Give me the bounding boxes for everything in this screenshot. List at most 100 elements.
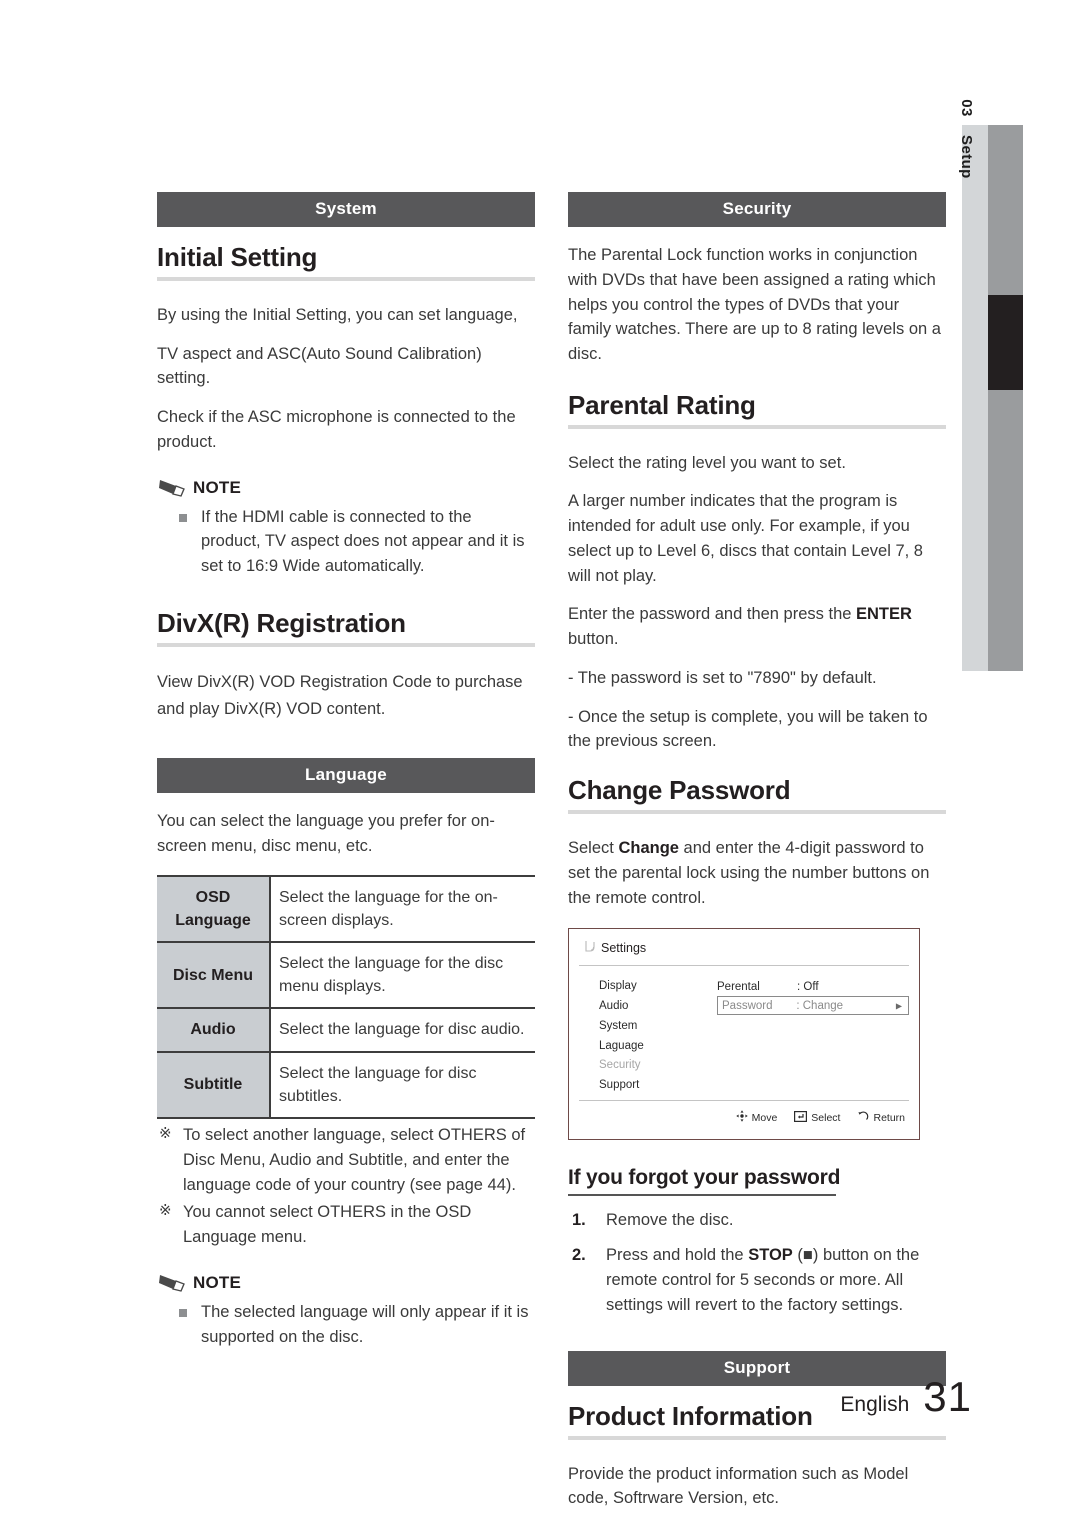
manual-page: 03 Setup System Initial Setting By using… <box>0 0 1080 1507</box>
heading-rule <box>568 1194 836 1197</box>
step-item: 1. Remove the disc. <box>568 1208 946 1233</box>
osd-menu-item-support[interactable]: Support <box>599 1076 644 1096</box>
osd-menu-list: Display Audio System Laguage Security Su… <box>599 977 644 1096</box>
osd-menu-item-display[interactable]: Display <box>599 977 644 997</box>
product-information-paragraph: Provide the product information such as … <box>568 1464 909 1508</box>
chapter-progress-marker <box>988 295 1023 390</box>
chapter-tab-label: 03 Setup <box>958 99 975 178</box>
heading-rule <box>568 424 946 429</box>
step-number: 1. <box>572 1211 586 1230</box>
table-cell-key: OSD Language <box>157 874 271 944</box>
step-text: Remove the disc. <box>606 1211 734 1230</box>
table-cell-value: Select the language for the on-screen di… <box>270 874 535 944</box>
osd-footer-divider <box>579 1100 909 1102</box>
language-paragraph-1: You can select the language you prefer f… <box>157 812 495 855</box>
osd-settings-rows: Perental : Off Password : Change ▶ <box>717 977 909 1016</box>
heading-rule <box>568 1435 946 1440</box>
chapter-name: Setup <box>958 135 975 179</box>
table-cell-value: Select the language for disc subtitles. <box>270 1051 535 1120</box>
parental-rating-paragraph-1: Select the rating level you want to set. <box>568 453 846 472</box>
table-cell-value: Select the language for the disc menu di… <box>270 942 535 1010</box>
heading-initial-setting: Initial Setting <box>157 242 318 272</box>
chevron-right-icon: ▶ <box>895 1001 902 1011</box>
osd-footer-hints: Move Select Return <box>735 1110 905 1125</box>
osd-title-text: Settings <box>601 940 647 955</box>
section-bar-security: Security <box>568 192 946 227</box>
initial-setting-paragraph-1: By using the Initial Setting, you can se… <box>157 305 518 324</box>
note-list: The selected language will only appear i… <box>157 1300 535 1350</box>
note-item: If the HDMI cable is connected to the pr… <box>179 505 535 579</box>
forgot-password-steps: 1. Remove the disc. 2. Press and hold th… <box>568 1208 946 1317</box>
osd-row-key: Perental <box>717 980 760 993</box>
osd-hint-label: Return <box>873 1111 905 1124</box>
kome-symbol: ※ <box>159 1125 172 1143</box>
enter-text-pre: Enter the password and then press the <box>568 605 857 624</box>
osd-hint-label: Move <box>751 1111 778 1124</box>
left-column: System Initial Setting By using the Init… <box>157 192 535 1353</box>
osd-hint-return: Return <box>857 1110 905 1125</box>
chapter-progress-bar <box>988 125 1023 671</box>
section-bar-language: Language <box>157 758 535 794</box>
osd-menu-item-system[interactable]: System <box>599 1017 644 1037</box>
osd-menu-item-security[interactable]: Security <box>599 1056 644 1076</box>
page-footer: English 31 <box>840 1373 972 1421</box>
step-text-post: remote control for 5 seconds or more. Al… <box>606 1270 904 1314</box>
heading-forgot-password: If you forgot your password <box>568 1166 841 1190</box>
note-header: NOTE <box>157 477 535 499</box>
parental-rating-dash-item-1: - The password is set to "7890" by defau… <box>568 668 877 687</box>
pencil-icon <box>157 477 187 499</box>
note-label: NOTE <box>193 477 242 497</box>
osd-row-key: Password <box>722 999 773 1012</box>
divx-paragraph-1: View DivX(R) VOD Registration Code to pu… <box>157 672 523 718</box>
osd-menu-item-audio[interactable]: Audio <box>599 997 644 1017</box>
osd-row-perental[interactable]: Perental : Off <box>717 977 909 996</box>
chapter-number: 03 <box>958 99 975 117</box>
security-intro: The Parental Lock function works in conj… <box>568 246 941 363</box>
step-text-pre: Press and hold the <box>606 1245 749 1264</box>
osd-settings-screenshot: Settings Display Audio System Laguage Se… <box>568 928 920 1141</box>
chapter-tab: 03 Setup <box>958 99 988 671</box>
kome-note-item: ※ You cannot select OTHERS in the OSD La… <box>159 1200 535 1250</box>
osd-title-divider <box>579 965 909 967</box>
table-cell-key: Audio <box>157 1008 271 1053</box>
heading-parental-rating: Parental Rating <box>568 389 756 420</box>
change-option-name: Change <box>618 839 679 858</box>
table-cell-key: Subtitle <box>157 1051 271 1120</box>
parental-rating-paragraph-3: Enter the password and then press the EN… <box>568 602 946 652</box>
parental-rating-paragraph-2: A larger number indicates that the progr… <box>568 492 923 585</box>
heading-rule <box>157 642 535 647</box>
dpad-icon <box>735 1110 748 1125</box>
table-row: Audio Select the language for disc audio… <box>157 1008 535 1053</box>
change-text-pre: Select <box>568 839 619 858</box>
kome-symbol: ※ <box>159 1202 172 1220</box>
enter-key-icon <box>794 1110 808 1125</box>
kome-note-item: ※ To select another language, select OTH… <box>159 1123 535 1197</box>
step-number: 2. <box>572 1245 586 1264</box>
osd-menu-item-laguage[interactable]: Laguage <box>599 1037 644 1057</box>
footer-language: English <box>840 1393 910 1416</box>
heading-rule <box>157 276 535 281</box>
table-row: Subtitle Select the language for disc su… <box>157 1051 535 1120</box>
table-row: Disc Menu Select the language for the di… <box>157 942 535 1010</box>
parental-rating-dash-item-2: - Once the setup is complete, you will b… <box>568 707 928 751</box>
section-bar-system: System <box>157 192 535 227</box>
page-number: 31 <box>923 1373 972 1420</box>
return-arrow-icon <box>857 1110 869 1125</box>
change-password-paragraph: Select Change and enter the 4-digit pass… <box>568 836 946 910</box>
heading-divx-registration: DivX(R) Registration <box>157 607 406 638</box>
kome-note-text: To select another language, select OTHER… <box>183 1126 526 1194</box>
settings-gear-icon <box>583 938 599 957</box>
note-item: The selected language will only appear i… <box>179 1300 535 1350</box>
osd-hint-select: Select <box>794 1110 841 1125</box>
heading-rule <box>568 810 946 815</box>
step-text-mid: (■) button on the <box>792 1245 920 1264</box>
table-cell-key: Disc Menu <box>157 942 271 1010</box>
initial-setting-paragraph-2: TV aspect and ASC(Auto Sound Calibration… <box>157 344 482 388</box>
step-item: 2. Press and hold the STOP (■) button on… <box>568 1243 946 1318</box>
pencil-icon <box>157 1272 187 1294</box>
osd-row-value: : Change <box>796 999 844 1012</box>
table-row: OSD Language Select the language for the… <box>157 874 535 944</box>
osd-row-password[interactable]: Password : Change ▶ <box>717 996 909 1016</box>
osd-title: Settings <box>583 938 646 957</box>
osd-hint-label: Select <box>811 1111 841 1124</box>
